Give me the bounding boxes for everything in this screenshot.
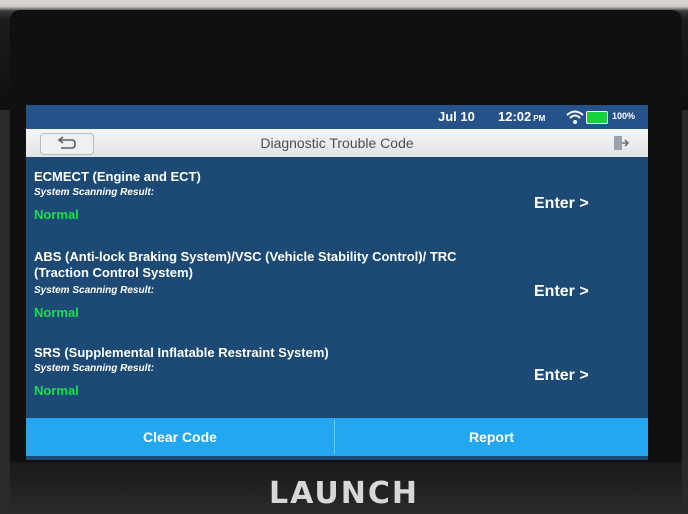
scan-result-status: Normal bbox=[34, 383, 79, 398]
scan-result-status: Normal bbox=[34, 207, 79, 222]
report-button[interactable]: Report bbox=[335, 418, 648, 456]
device-screen: Jul 10 12:02 PM 100% Diagnostic Trouble C… bbox=[26, 105, 648, 460]
scan-result-label: System Scanning Result: bbox=[34, 285, 155, 296]
scan-result-status: Normal bbox=[34, 305, 79, 320]
enter-button[interactable]: Enter > bbox=[534, 283, 589, 301]
battery-icon bbox=[586, 111, 608, 124]
status-date: Jul 10 bbox=[438, 109, 475, 124]
page-title: Diagnostic Trouble Code bbox=[260, 135, 414, 151]
clear-code-button[interactable]: Clear Code bbox=[26, 418, 334, 456]
system-item-srs: SRS (Supplemental Inflatable Restraint S… bbox=[26, 345, 648, 429]
action-bar: Clear Code Report bbox=[26, 418, 648, 456]
device-brand-logo: LAUNCH bbox=[268, 476, 419, 511]
exit-door-icon[interactable] bbox=[612, 134, 630, 152]
status-bar: Jul 10 12:02 PM 100% bbox=[26, 105, 648, 129]
battery-percent: 100% bbox=[612, 111, 636, 121]
status-time: 12:02 PM bbox=[498, 109, 545, 124]
system-list: ECMECT (Engine and ECT) System Scanning … bbox=[26, 157, 648, 415]
scan-result-label: System Scanning Result: bbox=[34, 187, 155, 198]
system-name: SRS (Supplemental Inflatable Restraint S… bbox=[34, 345, 329, 360]
system-name: ABS (Anti-lock Braking System)/VSC (Vehi… bbox=[34, 249, 457, 280]
status-clock: 12:02 bbox=[498, 109, 532, 124]
status-ampm: PM bbox=[533, 114, 546, 123]
scan-result-label: System Scanning Result: bbox=[34, 363, 155, 374]
title-bar: Diagnostic Trouble Code bbox=[26, 129, 648, 157]
system-item-abs: ABS (Anti-lock Braking System)/VSC (Vehi… bbox=[26, 249, 648, 333]
system-item-ecmect: ECMECT (Engine and ECT) System Scanning … bbox=[26, 169, 648, 253]
enter-button[interactable]: Enter > bbox=[534, 367, 589, 385]
system-name: ECMECT (Engine and ECT) bbox=[34, 169, 201, 184]
wifi-icon bbox=[566, 110, 584, 124]
enter-button[interactable]: Enter > bbox=[534, 195, 589, 213]
